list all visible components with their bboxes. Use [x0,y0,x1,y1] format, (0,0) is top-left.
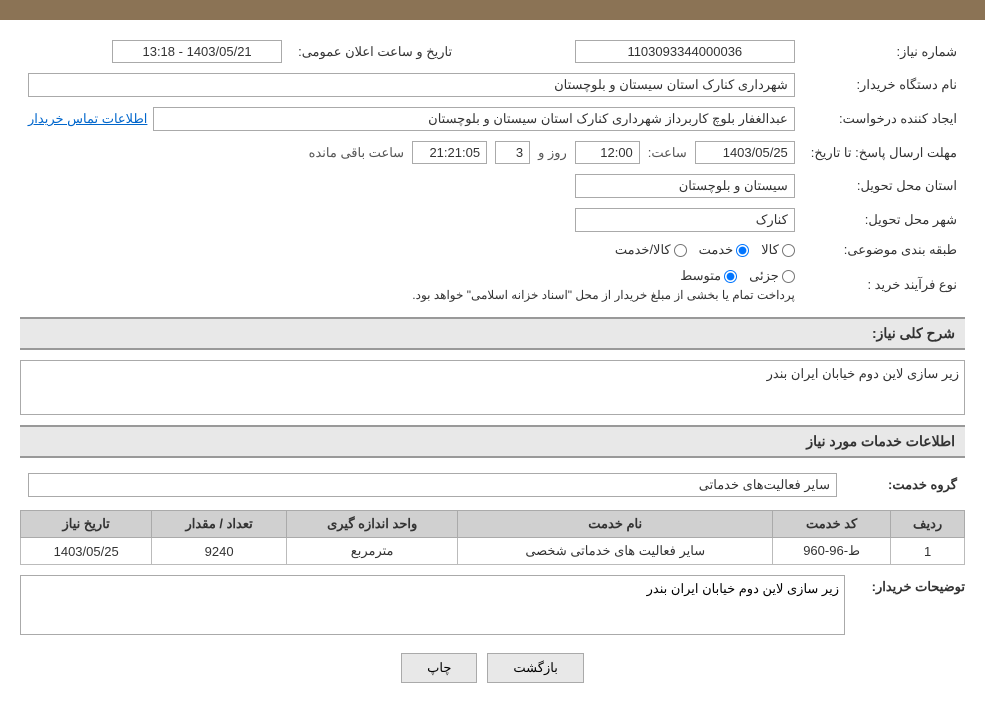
ostan-label: استان محل تحویل: [803,169,965,203]
page-header [0,0,985,20]
tabaqe-kala-option[interactable]: کالا [761,242,795,258]
grooh-input: سایر فعالیت‌های خدماتی [28,473,837,497]
farayand-motevaset-label: متوسط [680,268,721,284]
rooz-label: روز و [538,145,567,161]
col-kod: کد خدمت [773,511,891,538]
col-radif: ردیف [891,511,965,538]
sharh-kolli-box: زیر سازی لاین دوم خیابان ایران بندر [20,360,965,415]
grooh-row: گروه خدمت: سایر فعالیت‌های خدماتی [20,468,965,502]
khadamat-section-title: اطلاعات خدمات مورد نیاز [20,425,965,458]
table-header-row: ردیف کد خدمت نام خدمت واحد اندازه گیری ت… [21,511,965,538]
shahr-input: کنارک [575,208,795,232]
sharh-kolli-section-title: شرح کلی نیاز: [20,317,965,350]
col-vahed: واحد اندازه گیری [286,511,457,538]
rooz-input: 3 [495,141,530,164]
page-wrapper: شماره نیاز: 1103093344000036 تاریخ و ساع… [0,0,985,708]
ijan-value: عبدالغفار بلوچ کاربرداز شهرداری کنارک اس… [20,102,803,136]
table-header: ردیف کد خدمت نام خدمت واحد اندازه گیری ت… [21,511,965,538]
ettelaat-tamas-link[interactable]: اطلاعات تماس خریدار [28,111,147,127]
shomare-niaz-input: 1103093344000036 [575,40,795,63]
farayand-jezvi-label: جزئی [749,268,779,284]
date-input: 1403/05/25 [695,141,795,164]
col-name: نام خدمت [458,511,773,538]
services-table: ردیف کد خدمت نام خدمت واحد اندازه گیری ت… [20,510,965,565]
tarikho-value: 1403/05/21 - 13:18 [20,35,290,68]
cell-kod: ط-96-960 [773,538,891,565]
back-button[interactable]: بازگشت [487,653,583,683]
ijan-row: ایجاد کننده درخواست: عبدالغفار بلوچ کارب… [20,102,965,136]
tabaqe-kala-label: کالا [761,242,779,258]
tabaqe-row: طبقه بندی موضوعی: کالا خدمت [20,237,965,263]
sharh-kolli-area: زیر سازی لاین دوم خیابان ایران بندر [20,360,965,415]
ijan-input: عبدالغفار بلوچ کاربرداز شهرداری کنارک اس… [153,107,794,131]
grooh-table: گروه خدمت: سایر فعالیت‌های خدماتی [20,468,965,502]
nam-dastgah-value: شهرداری کنارک استان سیستان و بلوچستان [20,68,803,102]
content-area: شماره نیاز: 1103093344000036 تاریخ و ساع… [0,20,985,708]
col-tarikh: تاریخ نیاز [21,511,152,538]
tarikho-input: 1403/05/21 - 13:18 [112,40,282,63]
tozihat-textarea[interactable] [20,575,845,635]
tabaqe-value: کالا خدمت کالا/خدمت [20,237,803,263]
cell-vahed: مترمربع [286,538,457,565]
mohlat-label: مهلت ارسال پاسخ: تا تاریخ: [803,136,965,169]
tozihat-value-area [20,575,845,638]
nam-dastgah-row: نام دستگاه خریدار: شهرداری کنارک استان س… [20,68,965,102]
shahr-row: شهر محل تحویل: کنارک [20,203,965,237]
grooh-value: سایر فعالیت‌های خدماتی [20,468,845,502]
noe-farayand-label: نوع فرآیند خرید : [803,263,965,307]
shomare-niaz-value: 1103093344000036 [460,35,803,68]
farayand-jezvi-radio[interactable] [782,270,795,283]
tozihat-label: توضیحات خریدار: [855,575,965,595]
cell-tarikh: 1403/05/25 [21,538,152,565]
tarikho-label: تاریخ و ساعت اعلان عمومی: [290,35,460,68]
col-tedad: تعداد / مقدار [152,511,287,538]
tabaqe-khedmat-option[interactable]: خدمت [699,242,750,258]
info-table: شماره نیاز: 1103093344000036 تاریخ و ساع… [20,35,965,307]
tabaqe-khedmat-label: خدمت [699,242,734,258]
tabaqe-khedmat-radio[interactable] [736,244,749,257]
tabaqe-kalaKhedmat-radio[interactable] [674,244,687,257]
cell-name: سایر فعالیت های خدماتی شخصی [458,538,773,565]
noe-farayand-row: نوع فرآیند خرید : جزئی متوسط [20,263,965,307]
noe-farayand-value: جزئی متوسط پرداخت تمام یا بخشی از مبلغ خ… [20,263,803,307]
farayand-motevaset-option[interactable]: متوسط [680,268,737,284]
mohlat-value: 1403/05/25 ساعت: 12:00 روز و 3 21:21:05 [20,136,803,169]
farayand-note: پرداخت تمام یا بخشی از مبلغ خریدار از مح… [28,288,795,302]
shahr-label: شهر محل تحویل: [803,203,965,237]
tozihat-area: توضیحات خریدار: [20,575,965,638]
nam-dastgah-label: نام دستگاه خریدار: [803,68,965,102]
saat-label: ساعت: [648,145,687,161]
cell-tedad: 9240 [152,538,287,565]
cell-radif: 1 [891,538,965,565]
baghimandeh-label: ساعت باقی مانده [309,145,404,161]
nam-dastgah-input: شهرداری کنارک استان سیستان و بلوچستان [28,73,795,97]
table-body: 1ط-96-960سایر فعالیت های خدماتی شخصیمترم… [21,538,965,565]
grooh-label: گروه خدمت: [845,468,965,502]
farayand-jezvi-option[interactable]: جزئی [749,268,795,284]
farayand-motevaset-radio[interactable] [724,270,737,283]
ostan-row: استان محل تحویل: سیستان و بلوچستان [20,169,965,203]
shahr-value: کنارک [20,203,803,237]
table-row: 1ط-96-960سایر فعالیت های خدماتی شخصیمترم… [21,538,965,565]
saat-input: 12:00 [575,141,640,164]
tabaqe-kalaKhedmat-option[interactable]: کالا/خدمت [615,242,687,258]
tabaqe-kala-radio[interactable] [782,244,795,257]
mohlat-row: مهلت ارسال پاسخ: تا تاریخ: 1403/05/25 سا… [20,136,965,169]
tabaqe-kalaKhedmat-label: کالا/خدمت [615,242,671,258]
ijan-label: ایجاد کننده درخواست: [803,102,965,136]
ostan-value: سیستان و بلوچستان [20,169,803,203]
btn-area: بازگشت چاپ [20,638,965,693]
ostan-input: سیستان و بلوچستان [575,174,795,198]
shomare-niaz-row: شماره نیاز: 1103093344000036 تاریخ و ساع… [20,35,965,68]
time-input: 21:21:05 [412,141,487,164]
print-button[interactable]: چاپ [401,653,477,683]
tabaqe-label: طبقه بندی موضوعی: [803,237,965,263]
shomare-niaz-label: شماره نیاز: [803,35,965,68]
